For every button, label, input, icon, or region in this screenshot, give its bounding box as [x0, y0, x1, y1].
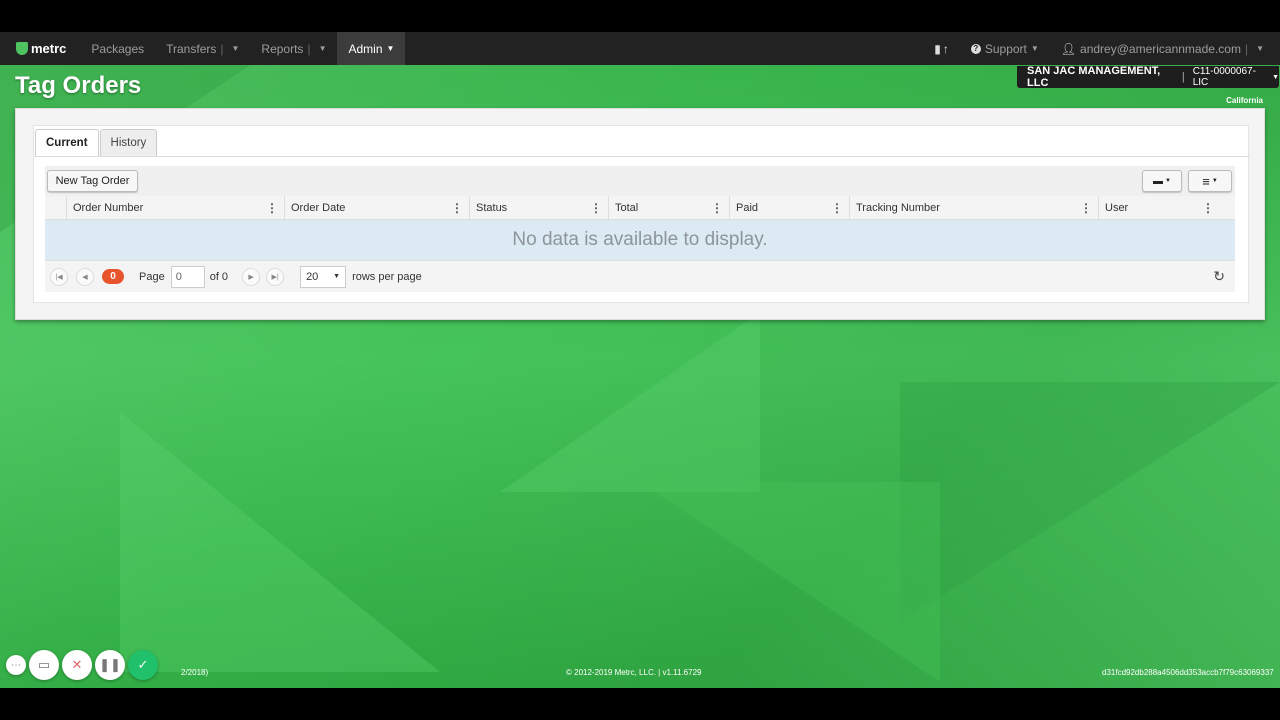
column-menu-icon[interactable]: ⋮: [711, 201, 723, 215]
nav-support[interactable]: ? Support ▼: [960, 32, 1050, 65]
caret-down-icon: ▼: [1272, 73, 1279, 81]
caret-down-icon: ▼: [333, 273, 341, 280]
column-header[interactable]: Order Date ⋮: [284, 196, 469, 220]
grid-header: Order Number ⋮ Order Date ⋮ Status ⋮ Total ⋮…: [45, 196, 1235, 220]
page-title: Tag Orders: [15, 72, 142, 99]
footer-build-hash: d31fcd92db288a4506dd353accb7f79c63069337: [1102, 668, 1274, 677]
column-menu-icon[interactable]: ⋮: [1080, 201, 1092, 215]
column-menu-icon[interactable]: ⋮: [590, 201, 602, 215]
nav-packages[interactable]: Packages: [80, 32, 155, 65]
check-icon[interactable]: ✓: [128, 650, 158, 680]
top-navbar: metrc Packages Transfers | ▼ Reports | ▼ A…: [0, 32, 1280, 65]
menu-icon: ≡: [1202, 173, 1210, 189]
column-menu-icon[interactable]: ⋮: [831, 201, 843, 215]
tab-current[interactable]: Current: [35, 129, 99, 156]
column-menu-icon[interactable]: ⋮: [451, 201, 463, 215]
nav-user-menu[interactable]: 👤︎ andrey@americannmade.com | ▼: [1050, 32, 1264, 65]
next-page-icon[interactable]: ▶: [242, 267, 261, 286]
nav-transfers[interactable]: Transfers | ▼: [155, 32, 250, 65]
caret-down-icon: ▼: [1256, 44, 1264, 53]
metrc-logo[interactable]: metrc: [0, 32, 80, 65]
columns-menu-button[interactable]: ≡ ▼: [1188, 170, 1232, 192]
camera-icon[interactable]: ▭: [29, 650, 59, 680]
prev-page-icon[interactable]: ◀: [76, 267, 94, 286]
column-menu-icon[interactable]: ⋮: [1202, 201, 1214, 215]
tag-orders-grid: New Tag Order ▬ ▼ ≡ ▼ Order Number ⋮ Orde…: [45, 166, 1235, 292]
caret-down-icon: ▼: [1165, 178, 1171, 184]
pause-icon[interactable]: ❚❚: [95, 650, 125, 680]
column-header[interactable]: Order Number ⋮: [66, 196, 284, 220]
leaf-icon: [16, 42, 28, 55]
recorder-controls: ⋯ ▭ ✕ ❚❚ ✓: [6, 650, 161, 680]
footer-copyright: © 2012-2019 Metrc, LLC. | v1.11.6729: [566, 668, 702, 677]
tab-container: Current History New Tag Order ▬ ▼ ≡ ▼ Or…: [33, 125, 1250, 303]
column-header[interactable]: Total ⋮: [608, 196, 729, 220]
print-button[interactable]: ▬ ▼: [1142, 170, 1182, 192]
page-number-input[interactable]: 0: [170, 265, 205, 288]
grid-toolbar: New Tag Order ▬ ▼ ≡ ▼: [45, 166, 1235, 196]
column-header[interactable]: Paid ⋮: [729, 196, 849, 220]
column-header[interactable]: Tracking Number ⋮: [849, 196, 1098, 220]
question-circle-icon: ?: [970, 43, 981, 54]
user-icon: 👤︎: [1060, 41, 1077, 56]
nav-reports[interactable]: Reports | ▼: [250, 32, 337, 65]
grid-pager: |◀ ◀ 0 Page 0 of 0 ▶ ▶| 20 ▼ rows per pa…: [45, 260, 1235, 292]
column-header[interactable]: Status ⋮: [469, 196, 608, 220]
state-label: California: [1226, 96, 1263, 105]
caret-down-icon: ▼: [318, 44, 327, 53]
close-icon[interactable]: ✕: [62, 650, 92, 680]
column-menu-icon[interactable]: ⋮: [266, 201, 278, 215]
file-icon: ▮: [934, 41, 941, 56]
caret-down-icon: ▼: [386, 44, 395, 53]
nav-file-upload[interactable]: ▮ ↑: [923, 32, 960, 65]
column-header[interactable]: User ⋮: [1098, 196, 1220, 220]
refresh-icon[interactable]: ↻: [1213, 268, 1225, 285]
footer-left-fragment: 2/2018): [181, 668, 209, 677]
last-page-icon[interactable]: ▶|: [266, 267, 285, 286]
rows-per-page-select[interactable]: 20 ▼: [300, 265, 347, 288]
more-options-icon[interactable]: ⋯: [6, 655, 26, 675]
first-page-icon[interactable]: |◀: [50, 267, 68, 286]
empty-message: No data is available to display.: [45, 220, 1235, 260]
license-selector[interactable]: SAN JAC MANAGEMENT, LLC | C11-0000067-LI…: [1017, 65, 1279, 89]
record-count-badge: 0: [102, 269, 124, 284]
main-panel: Current History New Tag Order ▬ ▼ ≡ ▼ Or…: [15, 108, 1265, 320]
caret-down-icon: ▼: [1030, 44, 1039, 53]
caret-down-icon: ▼: [1211, 178, 1218, 184]
arrow-up-icon: ↑: [942, 41, 949, 56]
caret-down-icon: ▼: [231, 44, 240, 53]
tab-history[interactable]: History: [99, 129, 158, 156]
print-icon: ▬: [1153, 175, 1164, 187]
nav-admin[interactable]: Admin ▼: [337, 32, 406, 65]
new-tag-order-button[interactable]: New Tag Order: [47, 170, 138, 192]
